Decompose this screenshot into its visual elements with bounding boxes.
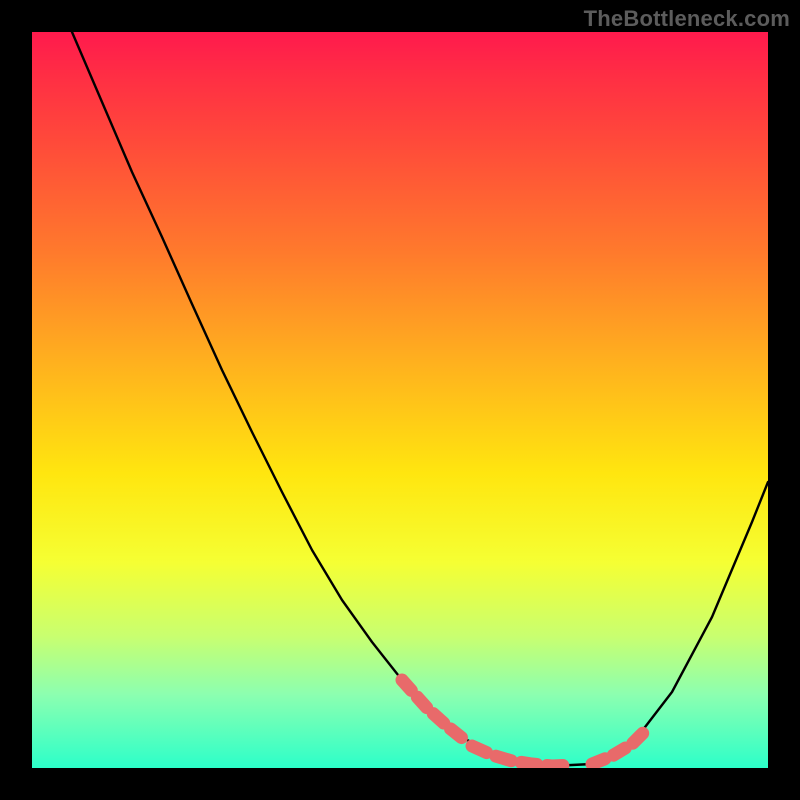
watermark-label: TheBottleneck.com: [584, 6, 790, 32]
series-curve: [72, 32, 768, 766]
series-markers-left: [402, 680, 462, 738]
chart-frame: TheBottleneck.com: [0, 0, 800, 800]
series-markers-bottom: [472, 746, 572, 766]
curve-svg: [32, 32, 768, 768]
series-markers-right: [592, 729, 647, 764]
plot-area: [32, 32, 768, 768]
